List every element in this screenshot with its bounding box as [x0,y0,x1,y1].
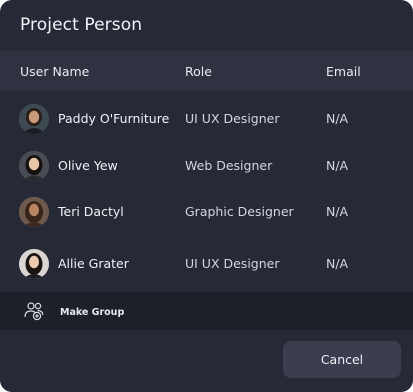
avatar [19,104,49,134]
user-role: Graphic Designer [185,204,294,219]
column-header-email: Email [326,64,361,79]
column-header-user-name: User Name [20,64,90,79]
table-header: User Name Role Email [0,51,413,91]
user-email: N/A [326,111,349,126]
user-name: Teri Dactyl [58,204,124,219]
user-name: Paddy O'Furniture [58,111,170,126]
user-name: Allie Grater [58,256,129,271]
column-header-role: Role [185,64,212,79]
user-role: Web Designer [185,158,273,173]
avatar [19,151,49,181]
user-email: N/A [326,204,349,219]
make-group-label: Make Group [60,307,125,318]
person-photo-icon [19,249,49,279]
person-photo-icon [19,151,49,181]
table-row[interactable]: Teri Dactyl Graphic Designer N/A [0,189,413,235]
project-person-dialog: Project Person User Name Role Email Padd… [0,0,413,392]
cancel-button[interactable]: Cancel [283,341,401,378]
make-group-bar[interactable]: Make Group [0,292,413,330]
table-row[interactable]: Olive Yew Web Designer N/A [0,143,413,189]
user-role: UI UX Designer [185,256,280,271]
person-photo-icon [19,104,49,134]
person-photo-icon [19,197,49,227]
avatar [19,197,49,227]
group-add-icon [24,302,44,321]
user-role: UI UX Designer [185,111,280,126]
user-name: Olive Yew [58,158,118,173]
dialog-title: Project Person [20,15,143,35]
table-row[interactable]: Paddy O'Furniture UI UX Designer N/A [0,96,413,142]
avatar [19,249,49,279]
user-email: N/A [326,158,349,173]
user-email: N/A [326,256,349,271]
table-row[interactable]: Allie Grater UI UX Designer N/A [0,241,413,287]
